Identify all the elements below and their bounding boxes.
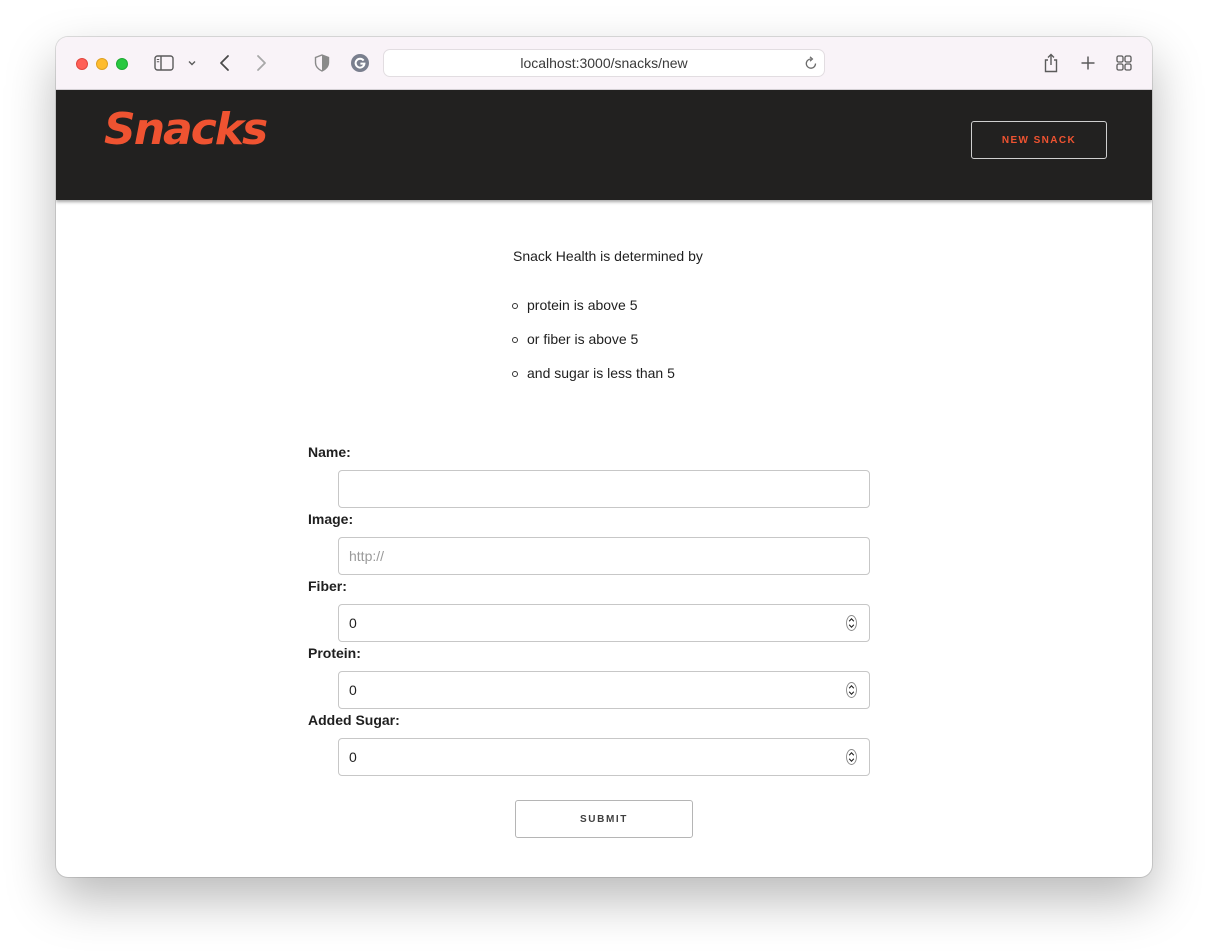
name-label: Name: — [308, 444, 351, 460]
forward-icon[interactable] — [252, 51, 270, 75]
added-sugar-input[interactable]: 0 — [338, 738, 870, 776]
sidebar-icon[interactable] — [153, 51, 175, 75]
reload-icon[interactable] — [804, 55, 818, 74]
added-sugar-input-value: 0 — [349, 749, 357, 765]
fiber-input-value: 0 — [349, 615, 357, 631]
image-input-placeholder: http:// — [349, 548, 385, 564]
fiber-input[interactable]: 0 — [338, 604, 870, 642]
new-tab-icon[interactable] — [1078, 51, 1098, 75]
stepper-icon[interactable] — [846, 749, 857, 765]
health-rules-list: protein is above 5 or fiber is above 5 a… — [512, 297, 675, 399]
browser-window: localhost:3000/snacks/new Snacks NEW SNA… — [56, 37, 1152, 877]
address-bar[interactable]: localhost:3000/snacks/new — [383, 49, 825, 77]
url-text: localhost:3000/snacks/new — [520, 55, 688, 71]
name-input[interactable] — [338, 470, 870, 508]
protein-input[interactable]: 0 — [338, 671, 870, 709]
list-item: and sugar is less than 5 — [512, 365, 675, 399]
new-snack-button[interactable]: NEW SNACK — [971, 121, 1107, 159]
browser-toolbar: localhost:3000/snacks/new — [56, 37, 1152, 90]
fiber-label: Fiber: — [308, 578, 347, 594]
added-sugar-label: Added Sugar: — [308, 712, 400, 728]
chevron-down-icon[interactable] — [185, 51, 199, 75]
submit-button[interactable]: SUBMIT — [515, 800, 693, 838]
image-input[interactable]: http:// — [338, 537, 870, 575]
shield-icon[interactable] — [313, 51, 331, 75]
site-header: Snacks NEW SNACK — [56, 90, 1152, 200]
list-item: protein is above 5 — [512, 297, 675, 331]
stepper-icon[interactable] — [846, 682, 857, 698]
bullet-icon — [512, 303, 518, 309]
protein-input-value: 0 — [349, 682, 357, 698]
share-icon[interactable] — [1041, 51, 1061, 75]
back-icon[interactable] — [216, 51, 234, 75]
protein-label: Protein: — [308, 645, 361, 661]
list-item: or fiber is above 5 — [512, 331, 675, 365]
health-intro-text: Snack Health is determined by — [513, 248, 703, 264]
bullet-icon — [512, 337, 518, 343]
close-window-button[interactable] — [76, 58, 88, 70]
image-label: Image: — [308, 511, 354, 527]
extension-icon[interactable] — [350, 51, 370, 75]
zoom-window-button[interactable] — [116, 58, 128, 70]
stepper-icon[interactable] — [846, 615, 857, 631]
site-logo[interactable]: Snacks — [104, 104, 268, 155]
tab-overview-icon[interactable] — [1114, 51, 1134, 75]
minimize-window-button[interactable] — [96, 58, 108, 70]
bullet-icon — [512, 371, 518, 377]
